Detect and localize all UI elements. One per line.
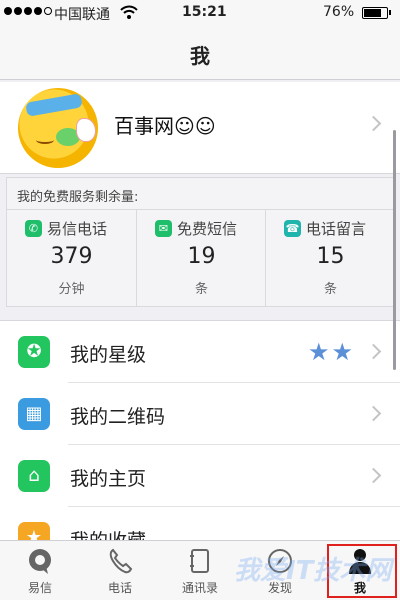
battery-percentage: 76% (323, 4, 355, 20)
tab-label: 通讯录 (181, 581, 218, 595)
service-call-minutes[interactable]: ✆ 易信电话 379 分钟 (7, 210, 136, 306)
contacts-icon (190, 549, 209, 573)
profile-name: 百事网☺☺ (114, 114, 216, 138)
signal-dot (34, 7, 42, 15)
service-value: 15 (316, 244, 345, 269)
service-label: 电话留言 (306, 220, 367, 238)
profile-row[interactable]: 百事网☺☺ (0, 82, 400, 174)
service-label: 易信电话 (47, 220, 108, 238)
tab-label: 易信 (27, 581, 52, 595)
scrollbar[interactable] (393, 130, 396, 370)
signal-dot (4, 7, 12, 15)
menu-item-star-level[interactable]: ✪ 我的星级 ★★ (0, 321, 400, 383)
service-label: 免费短信 (177, 220, 238, 238)
nav-bar: 我 (0, 26, 400, 80)
star-level-icon: ✪ (18, 336, 50, 368)
star-rating: ★★ (308, 338, 356, 366)
signal-dot (14, 7, 22, 15)
service-voicemail[interactable]: ☎ 电话留言 15 条 (265, 210, 394, 306)
service-value: 19 (187, 244, 216, 269)
carrier-name: 中国联通 (54, 7, 110, 23)
service-unit: 条 (194, 282, 208, 297)
avatar-wing (76, 118, 96, 142)
favorites-icon: ★ (18, 522, 50, 540)
tab-yixin[interactable]: 易信 (0, 541, 80, 600)
yixin-icon (29, 549, 51, 574)
status-bar: 中国联通 15:21 76% (0, 0, 400, 26)
chevron-right-icon (365, 115, 382, 132)
avatar-headband (25, 93, 83, 117)
voicemail-icon: ☎ (284, 220, 301, 237)
signal-dot (44, 7, 52, 15)
menu-list: ✪ 我的星级 ★★ ▦ 我的二维码 ⌂ 我的主页 ★ 我的收藏 (0, 320, 400, 540)
service-value: 379 (50, 244, 93, 269)
page-title: 我 (190, 44, 210, 68)
signal-strength-icon (4, 7, 52, 15)
service-unit: 条 (323, 282, 337, 297)
tab-label: 发现 (267, 581, 292, 595)
tab-phone[interactable]: 电话 (80, 541, 160, 600)
menu-item-label: 我的二维码 (70, 406, 166, 428)
free-services-panel: 我的免费服务剩余量: ✆ 易信电话 379 分钟 ✉ 免费短信 19 条 ☎ 电… (6, 177, 394, 307)
tab-contacts[interactable]: 通讯录 (160, 541, 240, 600)
chevron-right-icon (365, 343, 382, 360)
battery-fill (364, 9, 381, 17)
tab-label: 电话 (107, 581, 132, 595)
tab-highlight-frame (327, 544, 397, 598)
clock: 15:21 (182, 4, 227, 20)
battery-icon (362, 7, 388, 19)
menu-item-label: 我的收藏 (70, 526, 146, 540)
menu-item-favorites[interactable]: ★ 我的收藏 (0, 507, 400, 540)
chevron-right-icon (365, 405, 382, 422)
phone-icon (109, 548, 133, 574)
menu-item-label: 我的星级 (70, 344, 147, 366)
phone-icon: ✆ (25, 220, 42, 237)
service-unit: 分钟 (58, 282, 85, 297)
avatar[interactable] (18, 88, 98, 168)
compass-icon (268, 549, 292, 573)
services-header: 我的免费服务剩余量: (17, 190, 139, 205)
avatar-mouth (36, 136, 54, 144)
battery-tip (389, 10, 391, 15)
menu-item-label: 我的主页 (70, 468, 147, 490)
tab-discover[interactable]: 发现 (240, 541, 320, 600)
qr-code-icon: ▦ (18, 398, 50, 430)
service-free-sms[interactable]: ✉ 免费短信 19 条 (136, 210, 265, 306)
menu-item-homepage[interactable]: ⌂ 我的主页 (0, 445, 400, 507)
homepage-icon: ⌂ (18, 460, 50, 492)
chevron-right-icon (365, 467, 382, 484)
signal-dot (24, 7, 32, 15)
wifi-icon (120, 5, 138, 19)
message-icon: ✉ (155, 220, 172, 237)
menu-item-qr-code[interactable]: ▦ 我的二维码 (0, 383, 400, 445)
